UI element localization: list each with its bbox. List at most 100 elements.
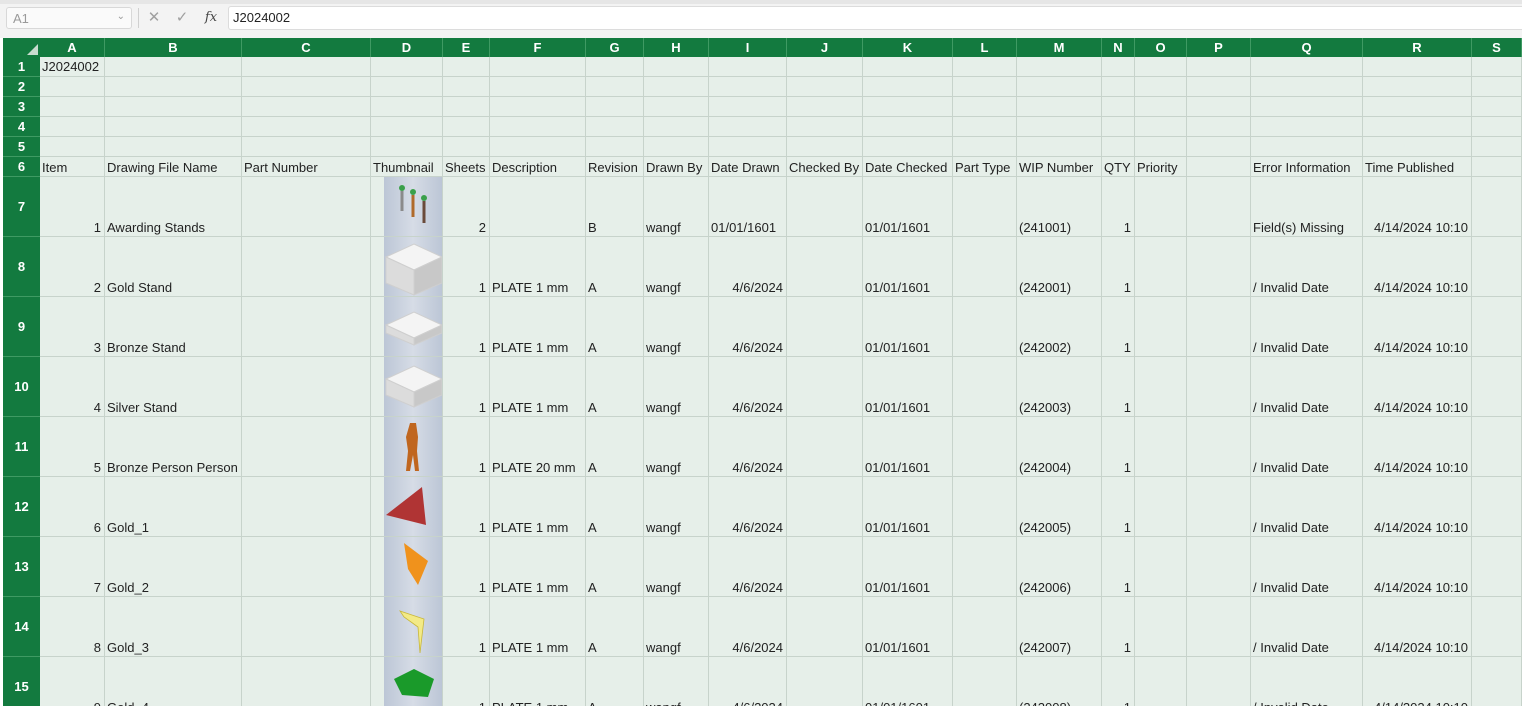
cell-p12[interactable] — [1187, 477, 1251, 537]
cell-o13[interactable] — [1135, 537, 1187, 597]
cell-g2[interactable] — [586, 77, 644, 97]
cell-s15[interactable] — [1472, 657, 1522, 706]
column-header-g[interactable]: G — [586, 38, 644, 57]
cell-i9[interactable]: 4/6/2024 — [709, 297, 787, 357]
cell-b12[interactable]: Gold_1 — [105, 477, 242, 537]
cell-s10[interactable] — [1472, 357, 1522, 417]
row-header-11[interactable]: 11 — [3, 417, 40, 477]
cell-r5[interactable] — [1363, 137, 1472, 157]
cell-g10[interactable]: A — [586, 357, 644, 417]
cell-d14[interactable] — [371, 597, 443, 657]
cell-l7[interactable] — [953, 177, 1017, 237]
cell-p1[interactable] — [1187, 57, 1251, 77]
cell-f1[interactable] — [490, 57, 586, 77]
cell-l15[interactable] — [953, 657, 1017, 706]
cell-h4[interactable] — [644, 117, 709, 137]
cell-e6[interactable]: Sheets — [443, 157, 490, 177]
cell-j12[interactable] — [787, 477, 863, 537]
cell-p15[interactable] — [1187, 657, 1251, 706]
cell-k14[interactable]: 01/01/1601 — [863, 597, 953, 657]
cell-a11[interactable]: 5 — [40, 417, 105, 477]
column-header-h[interactable]: H — [644, 38, 709, 57]
cell-f15[interactable]: PLATE 1 mm — [490, 657, 586, 706]
cell-c7[interactable] — [242, 177, 371, 237]
cell-c8[interactable] — [242, 237, 371, 297]
cell-m5[interactable] — [1017, 137, 1102, 157]
cell-i8[interactable]: 4/6/2024 — [709, 237, 787, 297]
cell-s5[interactable] — [1472, 137, 1522, 157]
cell-b4[interactable] — [105, 117, 242, 137]
cell-e8[interactable]: 1 — [443, 237, 490, 297]
cell-c1[interactable] — [242, 57, 371, 77]
cell-p4[interactable] — [1187, 117, 1251, 137]
cell-m4[interactable] — [1017, 117, 1102, 137]
cell-b8[interactable]: Gold Stand — [105, 237, 242, 297]
column-header-s[interactable]: S — [1472, 38, 1522, 57]
cell-e4[interactable] — [443, 117, 490, 137]
cell-q10[interactable]: / Invalid Date — [1251, 357, 1363, 417]
cell-k8[interactable]: 01/01/1601 — [863, 237, 953, 297]
cell-q6[interactable]: Error Information — [1251, 157, 1363, 177]
cell-n14[interactable]: 1 — [1102, 597, 1135, 657]
cell-i12[interactable]: 4/6/2024 — [709, 477, 787, 537]
cell-k15[interactable]: 01/01/1601 — [863, 657, 953, 706]
cell-o10[interactable] — [1135, 357, 1187, 417]
cell-o4[interactable] — [1135, 117, 1187, 137]
cell-c15[interactable] — [242, 657, 371, 706]
column-header-b[interactable]: B — [105, 38, 242, 57]
cell-j1[interactable] — [787, 57, 863, 77]
cell-d9[interactable] — [371, 297, 443, 357]
cell-k2[interactable] — [863, 77, 953, 97]
cell-e10[interactable]: 1 — [443, 357, 490, 417]
cell-s14[interactable] — [1472, 597, 1522, 657]
cell-m3[interactable] — [1017, 97, 1102, 117]
cell-q2[interactable] — [1251, 77, 1363, 97]
column-header-r[interactable]: R — [1363, 38, 1472, 57]
cell-n9[interactable]: 1 — [1102, 297, 1135, 357]
cell-l11[interactable] — [953, 417, 1017, 477]
cell-k5[interactable] — [863, 137, 953, 157]
column-header-j[interactable]: J — [787, 38, 863, 57]
cell-i10[interactable]: 4/6/2024 — [709, 357, 787, 417]
cell-q13[interactable]: / Invalid Date — [1251, 537, 1363, 597]
cell-r8[interactable]: 4/14/2024 10:10 — [1363, 237, 1472, 297]
cell-n15[interactable]: 1 — [1102, 657, 1135, 706]
cell-d4[interactable] — [371, 117, 443, 137]
cell-s2[interactable] — [1472, 77, 1522, 97]
cell-h11[interactable]: wangf — [644, 417, 709, 477]
cell-r6[interactable]: Time Published — [1363, 157, 1472, 177]
cell-l6[interactable]: Part Type — [953, 157, 1017, 177]
select-all-corner[interactable] — [3, 38, 40, 57]
cell-a7[interactable]: 1 — [40, 177, 105, 237]
cell-l1[interactable] — [953, 57, 1017, 77]
cell-k4[interactable] — [863, 117, 953, 137]
cell-j15[interactable] — [787, 657, 863, 706]
cell-e15[interactable]: 1 — [443, 657, 490, 706]
cell-f3[interactable] — [490, 97, 586, 117]
cell-q11[interactable]: / Invalid Date — [1251, 417, 1363, 477]
cell-r14[interactable]: 4/14/2024 10:10 — [1363, 597, 1472, 657]
cell-q5[interactable] — [1251, 137, 1363, 157]
cell-s11[interactable] — [1472, 417, 1522, 477]
cell-b5[interactable] — [105, 137, 242, 157]
cell-h15[interactable]: wangf — [644, 657, 709, 706]
cell-n2[interactable] — [1102, 77, 1135, 97]
cell-p6[interactable] — [1187, 157, 1251, 177]
cell-g5[interactable] — [586, 137, 644, 157]
cell-c6[interactable]: Part Number — [242, 157, 371, 177]
cell-e1[interactable] — [443, 57, 490, 77]
cell-m8[interactable]: (242001) — [1017, 237, 1102, 297]
cell-o3[interactable] — [1135, 97, 1187, 117]
cell-l3[interactable] — [953, 97, 1017, 117]
cell-q4[interactable] — [1251, 117, 1363, 137]
cell-m9[interactable]: (242002) — [1017, 297, 1102, 357]
cell-i11[interactable]: 4/6/2024 — [709, 417, 787, 477]
cell-q7[interactable]: Field(s) Missing — [1251, 177, 1363, 237]
cell-d10[interactable] — [371, 357, 443, 417]
cell-m1[interactable] — [1017, 57, 1102, 77]
cell-s9[interactable] — [1472, 297, 1522, 357]
cell-l4[interactable] — [953, 117, 1017, 137]
cell-n8[interactable]: 1 — [1102, 237, 1135, 297]
cell-p8[interactable] — [1187, 237, 1251, 297]
cell-s3[interactable] — [1472, 97, 1522, 117]
